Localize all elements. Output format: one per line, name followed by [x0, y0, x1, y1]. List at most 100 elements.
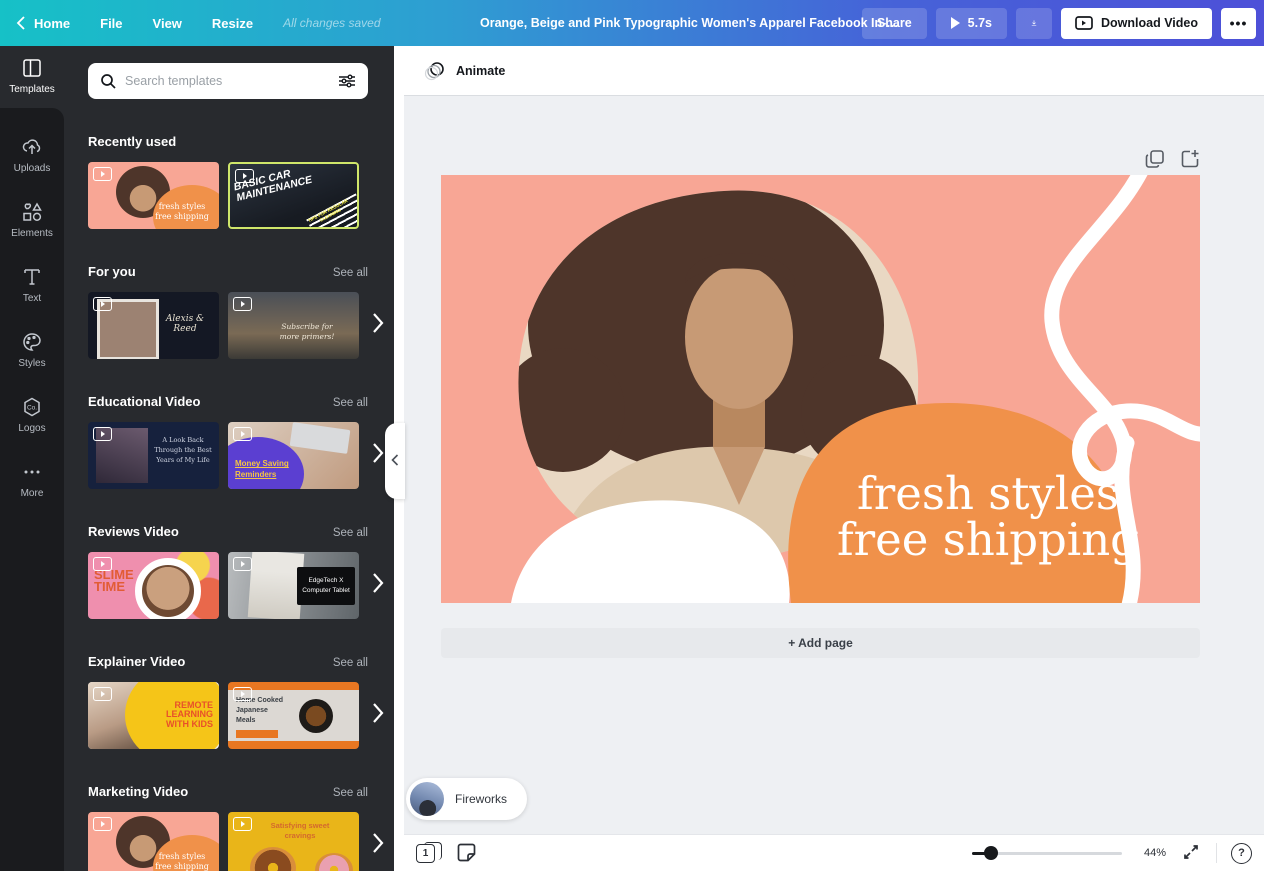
- sidebar-item-logos[interactable]: Co. Logos: [0, 382, 64, 447]
- share-button[interactable]: Share: [862, 8, 927, 39]
- templates-icon: [21, 57, 43, 79]
- template-thumb-subscribe[interactable]: Subscribe for more primers!: [228, 292, 359, 359]
- template-thumb-sweet-cravings[interactable]: Satisfying sweet cravings: [228, 812, 359, 871]
- zoom-level: 44%: [1136, 847, 1166, 859]
- notes-button[interactable]: [456, 843, 476, 863]
- more-options-button[interactable]: •••: [1221, 8, 1256, 39]
- chevron-right-icon[interactable]: [372, 312, 384, 334]
- section-educational-video: Educational Video See all A Look Back Th…: [88, 394, 404, 489]
- zoom-slider[interactable]: [972, 846, 1122, 860]
- see-all-link[interactable]: See all: [333, 527, 368, 539]
- canvas-area: Animate: [404, 46, 1264, 871]
- template-thumb-wedding[interactable]: Alexis & Reed: [88, 292, 219, 359]
- video-badge-icon: [233, 427, 252, 441]
- video-badge-icon: [233, 297, 252, 311]
- play-icon: [951, 17, 960, 29]
- file-menu[interactable]: File: [100, 16, 122, 31]
- sidebar-item-templates[interactable]: Templates: [0, 46, 64, 106]
- download-video-label: Download Video: [1101, 16, 1198, 30]
- collaborator-avatar: [410, 782, 444, 816]
- document-title[interactable]: Orange, Beige and Pink Typographic Women…: [480, 16, 900, 30]
- video-badge-icon: [93, 427, 112, 441]
- design-page[interactable]: fresh styles free shipping: [441, 175, 1200, 603]
- see-all-link[interactable]: See all: [333, 267, 368, 279]
- see-all-link[interactable]: See all: [333, 397, 368, 409]
- sidebar-item-more[interactable]: More: [0, 447, 64, 512]
- section-title: Recently used: [88, 134, 176, 149]
- add-page-icon-button[interactable]: [1180, 149, 1200, 169]
- section-marketing-video: Marketing Video See all fresh styles fre…: [88, 784, 404, 871]
- animate-button[interactable]: Animate: [414, 53, 515, 89]
- collaborator-pill[interactable]: Fireworks: [406, 778, 527, 820]
- section-for-you: For you See all Alexis & Reed Subscribe …: [88, 264, 404, 359]
- collapse-panel-button[interactable]: [385, 423, 405, 499]
- duplicate-icon: [1145, 149, 1165, 169]
- add-page-button[interactable]: + Add page: [441, 628, 1200, 658]
- chevron-right-icon[interactable]: [372, 702, 384, 724]
- zoom-slider-knob[interactable]: [984, 846, 998, 860]
- template-thumb-fresh-styles[interactable]: fresh styles free shipping: [88, 162, 219, 229]
- template-thumb-fresh-styles-2[interactable]: fresh styles free shipping: [88, 812, 219, 871]
- sidebar-item-styles[interactable]: Styles: [0, 317, 64, 382]
- template-thumb-japanese-meals[interactable]: Home Cooked Japanese Meals: [228, 682, 359, 749]
- chevron-right-icon[interactable]: [372, 442, 384, 464]
- sidebar-item-text[interactable]: Text: [0, 252, 64, 317]
- video-icon: [1075, 16, 1093, 30]
- chevron-right-icon[interactable]: [372, 572, 384, 594]
- download-video-button[interactable]: Download Video: [1061, 8, 1212, 39]
- section-title: Explainer Video: [88, 654, 185, 669]
- uploads-icon: [21, 136, 43, 158]
- see-all-link[interactable]: See all: [333, 787, 368, 799]
- sidebar-item-uploads[interactable]: Uploads: [0, 122, 64, 187]
- page-number: 1: [416, 844, 435, 863]
- styles-icon: [21, 331, 43, 353]
- chevron-right-icon[interactable]: [372, 832, 384, 854]
- section-title: For you: [88, 264, 136, 279]
- save-status: All changes saved: [283, 16, 380, 30]
- home-button[interactable]: Home: [16, 16, 70, 31]
- section-title: Marketing Video: [88, 784, 188, 799]
- logos-icon: Co.: [21, 396, 43, 418]
- expand-icon: [1182, 843, 1200, 861]
- download-icon: [1031, 15, 1037, 31]
- see-all-link[interactable]: See all: [333, 657, 368, 669]
- section-title: Reviews Video: [88, 524, 179, 539]
- sidebar-rail-lower: Uploads Elements Text Styles Co. Logos M…: [0, 108, 64, 871]
- canva-editor: Home File View Resize All changes saved …: [0, 0, 1264, 871]
- canvas-zone: fresh styles free shipping + Add page Fi…: [404, 96, 1264, 834]
- video-badge-icon: [93, 817, 112, 831]
- template-thumb-remote-learning[interactable]: REMOTE LEARNING WITH KIDS: [88, 682, 219, 749]
- view-menu[interactable]: View: [153, 16, 182, 31]
- section-reviews-video: Reviews Video See all SLIME TIME EdgeTec…: [88, 524, 404, 619]
- sidebar-item-elements[interactable]: Elements: [0, 187, 64, 252]
- home-label: Home: [34, 16, 70, 31]
- search-input[interactable]: [125, 74, 329, 88]
- play-button[interactable]: 5.7s: [936, 8, 1007, 39]
- template-thumb-car-maintenance[interactable]: BASIC CAR MAINTENANCE TIPS FOR REGULAR C…: [228, 162, 359, 229]
- search-box[interactable]: [88, 63, 368, 99]
- notes-icon: [457, 843, 476, 862]
- resize-menu[interactable]: Resize: [212, 16, 253, 31]
- filter-icon[interactable]: [338, 73, 356, 89]
- elements-icon: [21, 201, 43, 223]
- help-button[interactable]: ?: [1231, 843, 1252, 864]
- page-list-button[interactable]: 1: [416, 841, 442, 865]
- template-thumb-edgetech-tablet[interactable]: EdgeTech X Computer Tablet: [228, 552, 359, 619]
- templates-panel: Recently used fresh styles free shipping…: [64, 46, 404, 871]
- add-page-icon: [1180, 149, 1200, 169]
- section-explainer-video: Explainer Video See all REMOTE LEARNING …: [88, 654, 404, 749]
- video-badge-icon: [93, 557, 112, 571]
- template-thumb-money-saving[interactable]: Money Saving Reminders: [228, 422, 359, 489]
- video-badge-icon: [93, 687, 112, 701]
- animate-icon: [424, 61, 446, 81]
- design-text-line2[interactable]: free shipping: [837, 513, 1139, 566]
- fullscreen-button[interactable]: [1180, 842, 1202, 864]
- duplicate-page-button[interactable]: [1145, 149, 1165, 169]
- download-button[interactable]: [1016, 8, 1052, 39]
- svg-text:Co.: Co.: [27, 404, 37, 411]
- video-badge-icon: [233, 817, 252, 831]
- text-icon: [21, 266, 43, 288]
- template-thumb-slime-time[interactable]: SLIME TIME: [88, 552, 219, 619]
- template-thumb-look-back[interactable]: A Look Back Through the Best Years of My…: [88, 422, 219, 489]
- video-badge-icon: [93, 167, 112, 181]
